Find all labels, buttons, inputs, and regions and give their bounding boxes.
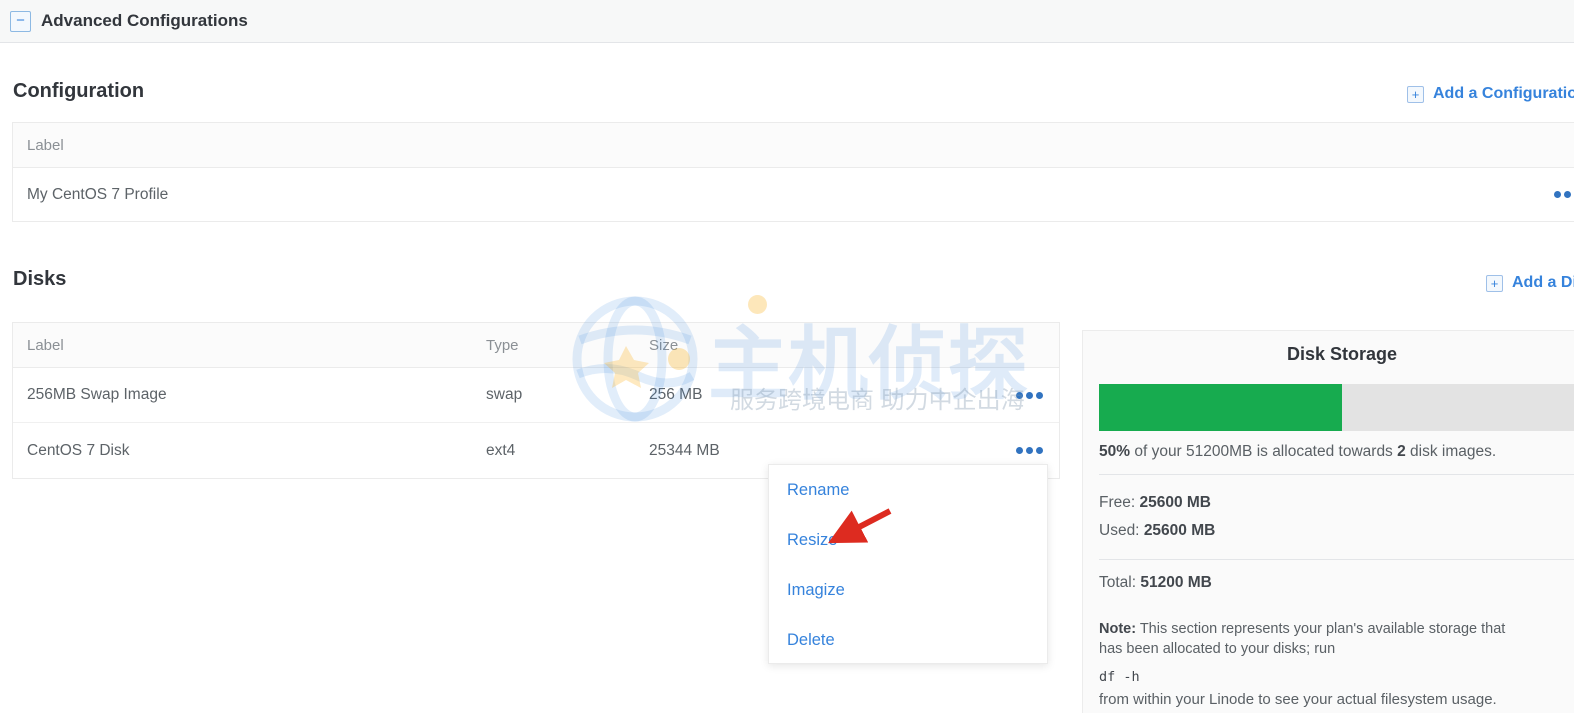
disks-table-header: Label Type Size	[13, 323, 1059, 368]
menu-item-delete[interactable]: Delete	[769, 615, 1047, 665]
allocation-text-suffix: disk images.	[1405, 443, 1497, 460]
table-row-swap-disk: 256MB Swap Image swap 256 MB	[13, 368, 1059, 423]
add-disk-button[interactable]: + Add a Disk	[1486, 274, 1574, 292]
disk-label-cell: 256MB Swap Image	[27, 386, 167, 403]
configuration-table-header: Label	[13, 123, 1574, 168]
total-line: Total: 51200 MB	[1099, 574, 1212, 591]
free-used-lines: Free: 25600 MB Used: 25600 MB	[1099, 489, 1215, 545]
allocation-percent: 50%	[1099, 443, 1131, 460]
collapse-icon[interactable]: −	[10, 10, 31, 32]
storage-note: Note: This section represents your plan'…	[1099, 621, 1506, 657]
storage-bar-fill	[1099, 384, 1342, 431]
storage-allocation-text: 50% of your 51200MB is allocated towards…	[1099, 443, 1496, 461]
section-header-title: Advanced Configurations	[41, 11, 248, 30]
add-disk-label: Add a Disk	[1512, 274, 1574, 291]
configuration-actions-menu-icon[interactable]	[1554, 191, 1574, 198]
disk-type-cell: swap	[486, 386, 523, 403]
note-label: Note:	[1099, 621, 1137, 637]
free-line: Free: 25600 MB	[1099, 494, 1211, 511]
storage-bar	[1099, 384, 1574, 431]
disk-storage-title: Disk Storage	[1286, 344, 1398, 364]
disk-label-cell: CentOS 7 Disk	[27, 441, 130, 459]
add-configuration-button[interactable]: + Add a Configuration	[1407, 85, 1574, 103]
column-header-size: Size	[649, 336, 679, 354]
disk-storage-panel: Disk Storage 50% of your 51200MB is allo…	[1082, 330, 1574, 713]
used-line: Used: 25600 MB	[1099, 522, 1216, 539]
plus-icon: +	[1486, 274, 1503, 292]
total-value: 51200 MB	[1140, 574, 1212, 591]
disk-size-cell: 256 MB	[649, 386, 703, 403]
disk-actions-dropdown: Rename Resize Imagize Delete	[768, 464, 1048, 664]
menu-item-imagize[interactable]: Imagize	[769, 565, 1047, 615]
disk-size-cell: 25344 MB	[649, 441, 720, 459]
menu-item-resize[interactable]: Resize	[769, 515, 1047, 565]
divider	[1099, 474, 1574, 475]
disk-type-cell: ext4	[486, 441, 516, 459]
divider	[1099, 559, 1574, 560]
menu-item-rename[interactable]: Rename	[769, 465, 1047, 515]
disk-actions-menu-icon-open[interactable]	[1016, 447, 1043, 454]
disks-table: Label Type Size 256MB Swap Image swap 25…	[12, 322, 1060, 479]
disks-title: Disks	[13, 268, 67, 290]
configuration-table: Label My CentOS 7 Profile	[12, 122, 1574, 222]
add-configuration-label: Add a Configuration	[1433, 85, 1574, 102]
table-row: My CentOS 7 Profile	[13, 168, 1574, 221]
allocation-text-mid: of your 51200MB is allocated towards	[1130, 443, 1398, 460]
allocation-disk-count: 2	[1397, 443, 1406, 460]
storage-note-continued: from within your Linode to see your actu…	[1099, 691, 1497, 708]
used-value: 25600 MB	[1143, 522, 1216, 539]
column-header-label: Label	[27, 336, 64, 354]
page: − Advanced Configurations Configuration …	[0, 0, 1574, 713]
plus-icon: +	[1407, 85, 1424, 103]
column-header-label: Label	[27, 136, 64, 154]
note-code: df -h	[1099, 669, 1140, 685]
advanced-configurations-header: − Advanced Configurations	[0, 0, 1574, 43]
free-value: 25600 MB	[1139, 494, 1211, 511]
disk-actions-menu-icon[interactable]	[1016, 391, 1043, 399]
watermark-accent-dot	[748, 295, 767, 314]
configuration-title: Configuration	[13, 80, 145, 102]
configuration-label-cell: My CentOS 7 Profile	[27, 185, 169, 203]
column-header-type: Type	[486, 336, 519, 354]
